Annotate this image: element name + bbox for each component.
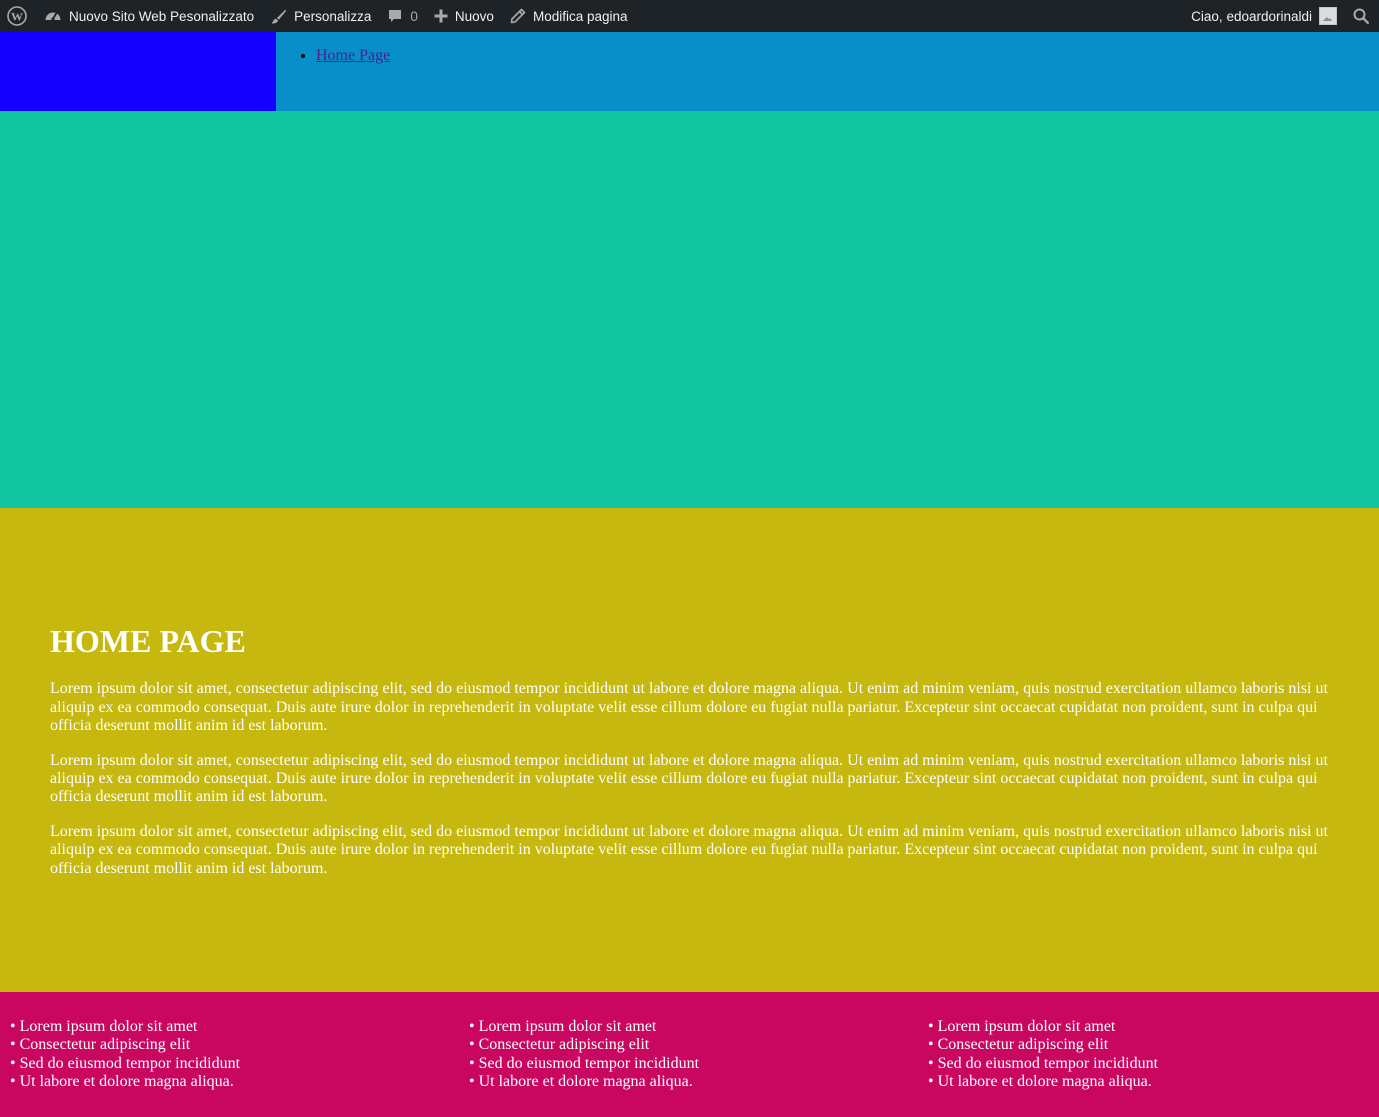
footer-list: Lorem ipsum dolor sit amet Consectetur a… (10, 1018, 459, 1091)
footer-list-item: Sed do eiusmod tempor incididunt (469, 1055, 918, 1073)
edit-page-label: Modifica pagina (532, 8, 628, 24)
dashboard-gauge-icon (45, 12, 61, 21)
footer-list-item: Ut labore et dolore magna aliqua. (469, 1073, 918, 1091)
paintbrush-icon (271, 9, 287, 23)
content-paragraph-2: Lorem ipsum dolor sit amet, consectetur … (50, 751, 1328, 806)
comments-button[interactable]: 0 (379, 0, 426, 32)
page-title: HOME PAGE (50, 623, 246, 659)
greeting-label: Ciao, edoardorinaldi (1191, 8, 1312, 24)
new-content-button[interactable]: Nuovo (426, 0, 502, 32)
comment-bubble-icon (389, 10, 402, 22)
search-icon (1353, 8, 1369, 24)
comments-count: 0 (410, 8, 418, 24)
main-content: HOME PAGE Lorem ipsum dolor sit amet, co… (0, 508, 1379, 992)
site-logo-area (0, 32, 276, 111)
nav-menu: Home Page (316, 47, 390, 65)
hero-section (0, 111, 1379, 508)
footer-list: Lorem ipsum dolor sit amet Consectetur a… (928, 1018, 1377, 1091)
footer-column-2: Lorem ipsum dolor sit amet Consectetur a… (459, 1018, 918, 1117)
search-button[interactable] (1345, 0, 1379, 32)
admin-bar-left: W Nuovo Sito Web Pesonalizzato Personali… (0, 0, 636, 32)
new-label: Nuovo (454, 8, 494, 24)
footer-column-3: Lorem ipsum dolor sit amet Consectetur a… (918, 1018, 1377, 1117)
admin-bar: W Nuovo Sito Web Pesonalizzato Personali… (0, 0, 1379, 32)
plus-icon (434, 9, 448, 23)
footer-list-item: Lorem ipsum dolor sit amet (469, 1018, 918, 1036)
footer-list-item: Lorem ipsum dolor sit amet (10, 1018, 459, 1036)
nav-link-home-page[interactable]: Home Page (316, 47, 390, 64)
customize-button[interactable]: Personalizza (262, 0, 379, 32)
nav-item-home: Home Page (316, 47, 390, 65)
footer-column-1: Lorem ipsum dolor sit amet Consectetur a… (0, 1018, 459, 1117)
footer-list: Lorem ipsum dolor sit amet Consectetur a… (469, 1018, 918, 1091)
customize-label: Personalizza (294, 8, 372, 24)
content-paragraph-3: Lorem ipsum dolor sit amet, consectetur … (50, 822, 1328, 877)
footer-list-item: Ut labore et dolore magna aliqua. (928, 1073, 1377, 1091)
site-footer: Lorem ipsum dolor sit amet Consectetur a… (0, 992, 1379, 1117)
pencil-icon (510, 8, 526, 24)
footer-list-item: Lorem ipsum dolor sit amet (928, 1018, 1377, 1036)
site-name-menu[interactable]: Nuovo Sito Web Pesonalizzato (36, 0, 262, 32)
svg-text:W: W (11, 10, 23, 24)
avatar (1319, 7, 1337, 25)
footer-list-item: Ut labore et dolore magna aliqua. (10, 1073, 459, 1091)
edit-page-button[interactable]: Modifica pagina (502, 0, 636, 32)
wordpress-logo-icon: W (7, 6, 27, 26)
footer-list-item: Consectetur adipiscing elit (928, 1036, 1377, 1054)
admin-bar-right: Ciao, edoardorinaldi (1183, 0, 1379, 32)
site-name-label: Nuovo Sito Web Pesonalizzato (69, 8, 255, 24)
footer-list-item: Sed do eiusmod tempor incididunt (10, 1055, 459, 1073)
footer-list-item: Consectetur adipiscing elit (10, 1036, 459, 1054)
content-paragraph-1: Lorem ipsum dolor sit amet, consectetur … (50, 680, 1328, 735)
footer-list-item: Consectetur adipiscing elit (469, 1036, 918, 1054)
wp-menu-button[interactable]: W (0, 0, 36, 32)
my-account-menu[interactable]: Ciao, edoardorinaldi (1183, 0, 1345, 32)
main-navigation: Home Page (276, 32, 1379, 111)
footer-list-item: Sed do eiusmod tempor incididunt (928, 1055, 1377, 1073)
